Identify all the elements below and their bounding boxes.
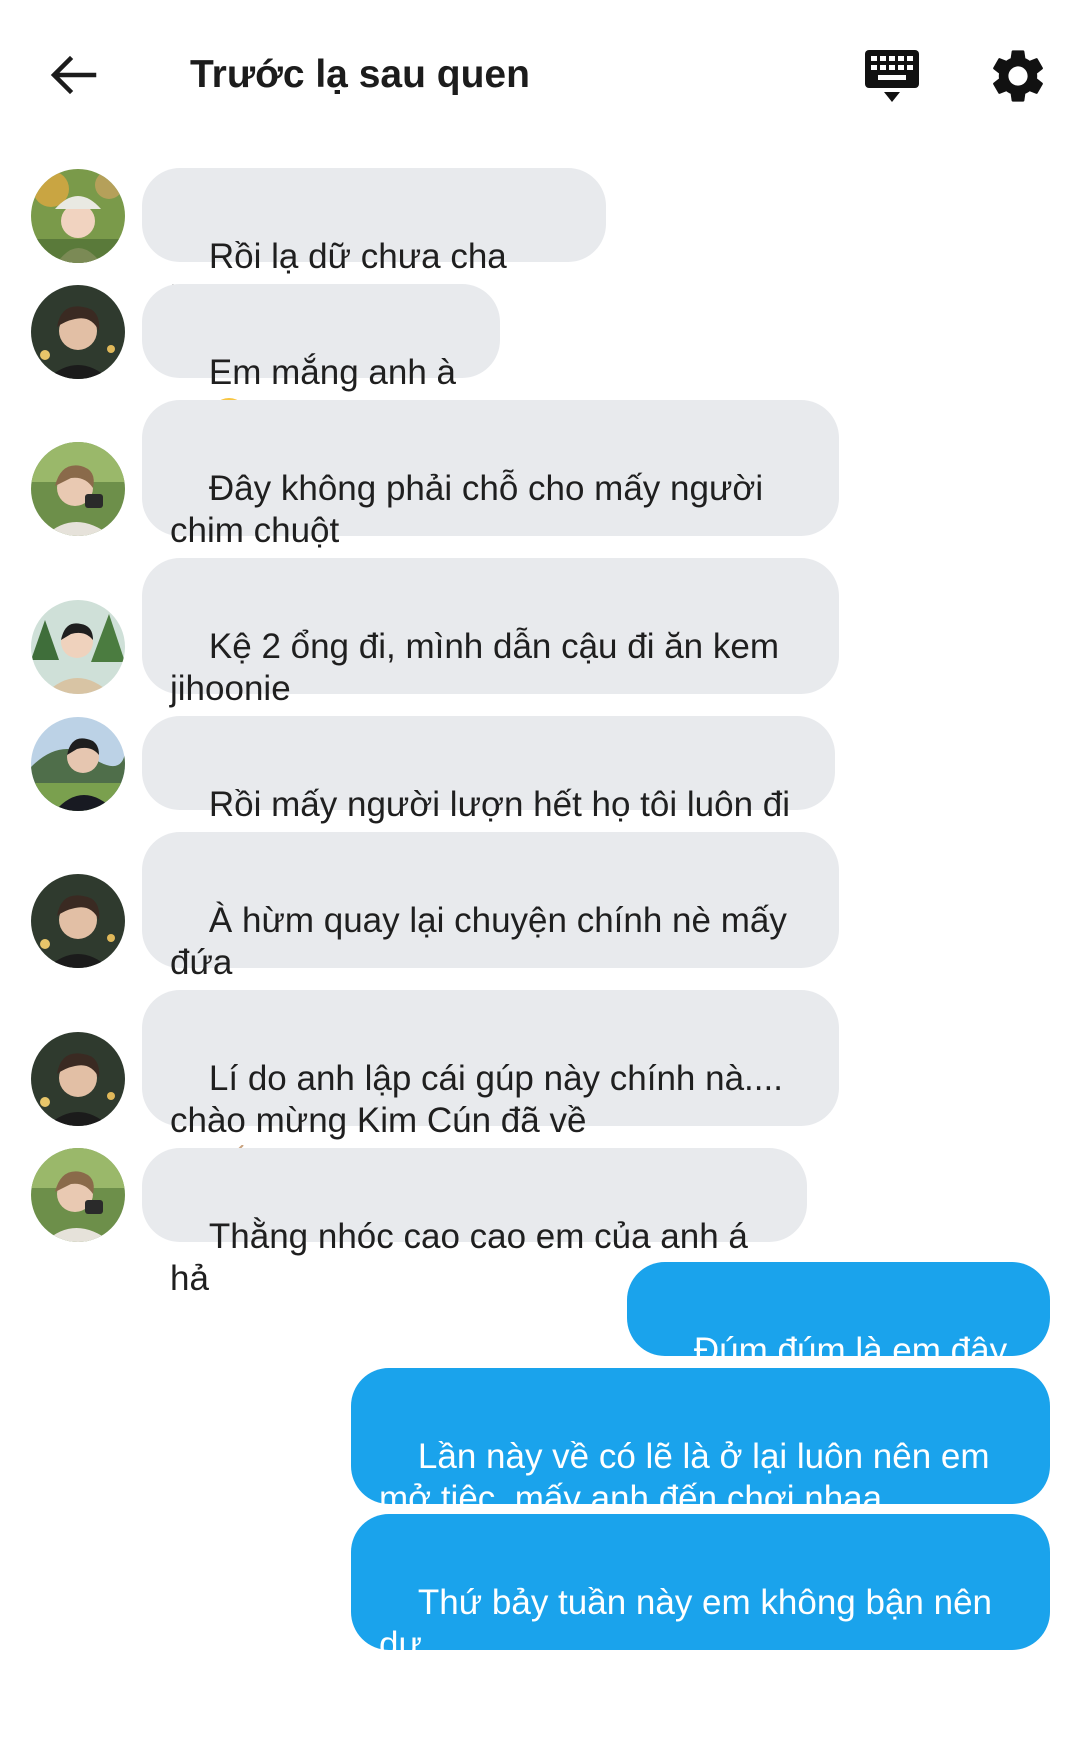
message-bubble[interactable]: Kệ 2 ổng đi, mình dẫn cậu đi ăn kem jiho… <box>142 558 839 708</box>
message-text: Đây không phải chỗ cho mấy người chim ch… <box>170 469 764 550</box>
keyboard-icon <box>865 50 919 102</box>
back-button[interactable] <box>46 48 100 102</box>
avatar-camera[interactable] <box>31 442 125 536</box>
message-text: À hừm quay lại chuyện chính nè mấy đứa <box>170 901 787 982</box>
avatar-trees[interactable] <box>31 600 125 694</box>
message-bubble[interactable]: Rồi mấy người lượn hết họ tôi luôn đi =) <box>142 716 835 866</box>
message-bubble[interactable]: Đây không phải chỗ cho mấy người chim ch… <box>142 400 839 550</box>
avatar-dark-hair[interactable] <box>31 1032 125 1126</box>
chat-header: Trước lạ sau quen <box>0 0 1080 150</box>
message-bubble-outgoing[interactable]: Đúm đúm là em đây ^^ <box>627 1262 1050 1412</box>
message-bubble-outgoing[interactable]: Lần này về có lẽ là ở lại luôn nên em mở… <box>351 1368 1050 1518</box>
message-text: Kệ 2 ổng đi, mình dẫn cậu đi ăn kem jiho… <box>170 627 779 708</box>
message-bubble[interactable]: À hừm quay lại chuyện chính nè mấy đứa <box>142 832 839 982</box>
chat-title: Trước lạ sau quen <box>190 53 530 96</box>
keyboard-button[interactable] <box>862 48 922 106</box>
arrow-left-icon <box>50 55 97 95</box>
message-text: Em mắng anh à <box>208 353 456 392</box>
message-bubble[interactable]: Em mắng anh à <box>142 284 500 436</box>
avatar-mountain[interactable] <box>31 717 125 811</box>
avatar-bucket-hat[interactable] <box>31 169 125 263</box>
message-bubble[interactable]: Lí do anh lập cái gúp này chính nà.... c… <box>142 990 839 1183</box>
message-bubble[interactable]: Rồi lạ dữ chưa cha kia??? <box>142 168 606 318</box>
avatar-camera[interactable] <box>31 1148 125 1242</box>
settings-button[interactable] <box>986 44 1050 108</box>
avatar-dark-hair[interactable] <box>31 285 125 379</box>
message-text: Lí do anh lập cái gúp này chính nà.... c… <box>170 1059 783 1140</box>
message-text: Thứ bảy tuần này em không bận nên dự địn… <box>379 1583 993 1706</box>
message-bubble[interactable]: Thằng nhóc cao cao em của anh á hả <box>142 1148 807 1298</box>
message-bubble-outgoing[interactable]: Thứ bảy tuần này em không bận nên dự địn… <box>351 1514 1050 1706</box>
gear-icon <box>993 50 1043 102</box>
avatar-dark-hair[interactable] <box>31 874 125 968</box>
message-text: Lần này về có lẽ là ở lại luôn nên em mở… <box>379 1437 990 1518</box>
